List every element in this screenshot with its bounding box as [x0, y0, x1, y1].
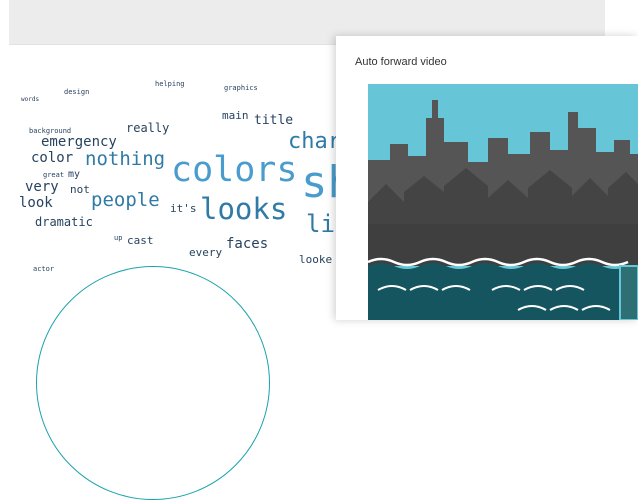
- word-looke: looke: [299, 253, 333, 266]
- word-main: main: [222, 109, 249, 122]
- word-look: look: [19, 195, 53, 211]
- word-faces: faces: [226, 236, 269, 252]
- word-words: words: [21, 96, 40, 103]
- word-nothing: nothing: [85, 148, 166, 170]
- word-emergency: emergency: [41, 134, 117, 150]
- word-cast: cast: [127, 234, 154, 247]
- word-looks: looks: [200, 192, 288, 226]
- word-dramatic: dramatic: [35, 215, 93, 229]
- word-design: design: [64, 88, 90, 96]
- word-great: great: [43, 171, 65, 179]
- video-panel[interactable]: Auto forward video: [336, 36, 638, 320]
- circle-widget: [36, 266, 270, 500]
- word-my: my: [68, 169, 81, 180]
- word-color: color: [31, 150, 74, 166]
- video-title: Auto forward video: [355, 56, 447, 68]
- word-not: not: [70, 183, 90, 196]
- word-char: char: [288, 129, 341, 154]
- word-title: title: [254, 113, 294, 128]
- word-graphics: graphics: [224, 84, 258, 92]
- word-helping: helping: [155, 80, 185, 88]
- word-every: every: [189, 246, 223, 259]
- word-colors: colors: [171, 150, 298, 190]
- word-its: it's: [170, 202, 197, 215]
- video-player[interactable]: [368, 84, 638, 320]
- word-very: very: [25, 179, 59, 195]
- city-skyline-illustration: [368, 84, 638, 320]
- word-really: really: [126, 121, 170, 135]
- word-li: li: [306, 210, 335, 238]
- word-actor: actor: [33, 265, 55, 273]
- word-people: people: [91, 189, 160, 211]
- word-up: up: [114, 234, 123, 242]
